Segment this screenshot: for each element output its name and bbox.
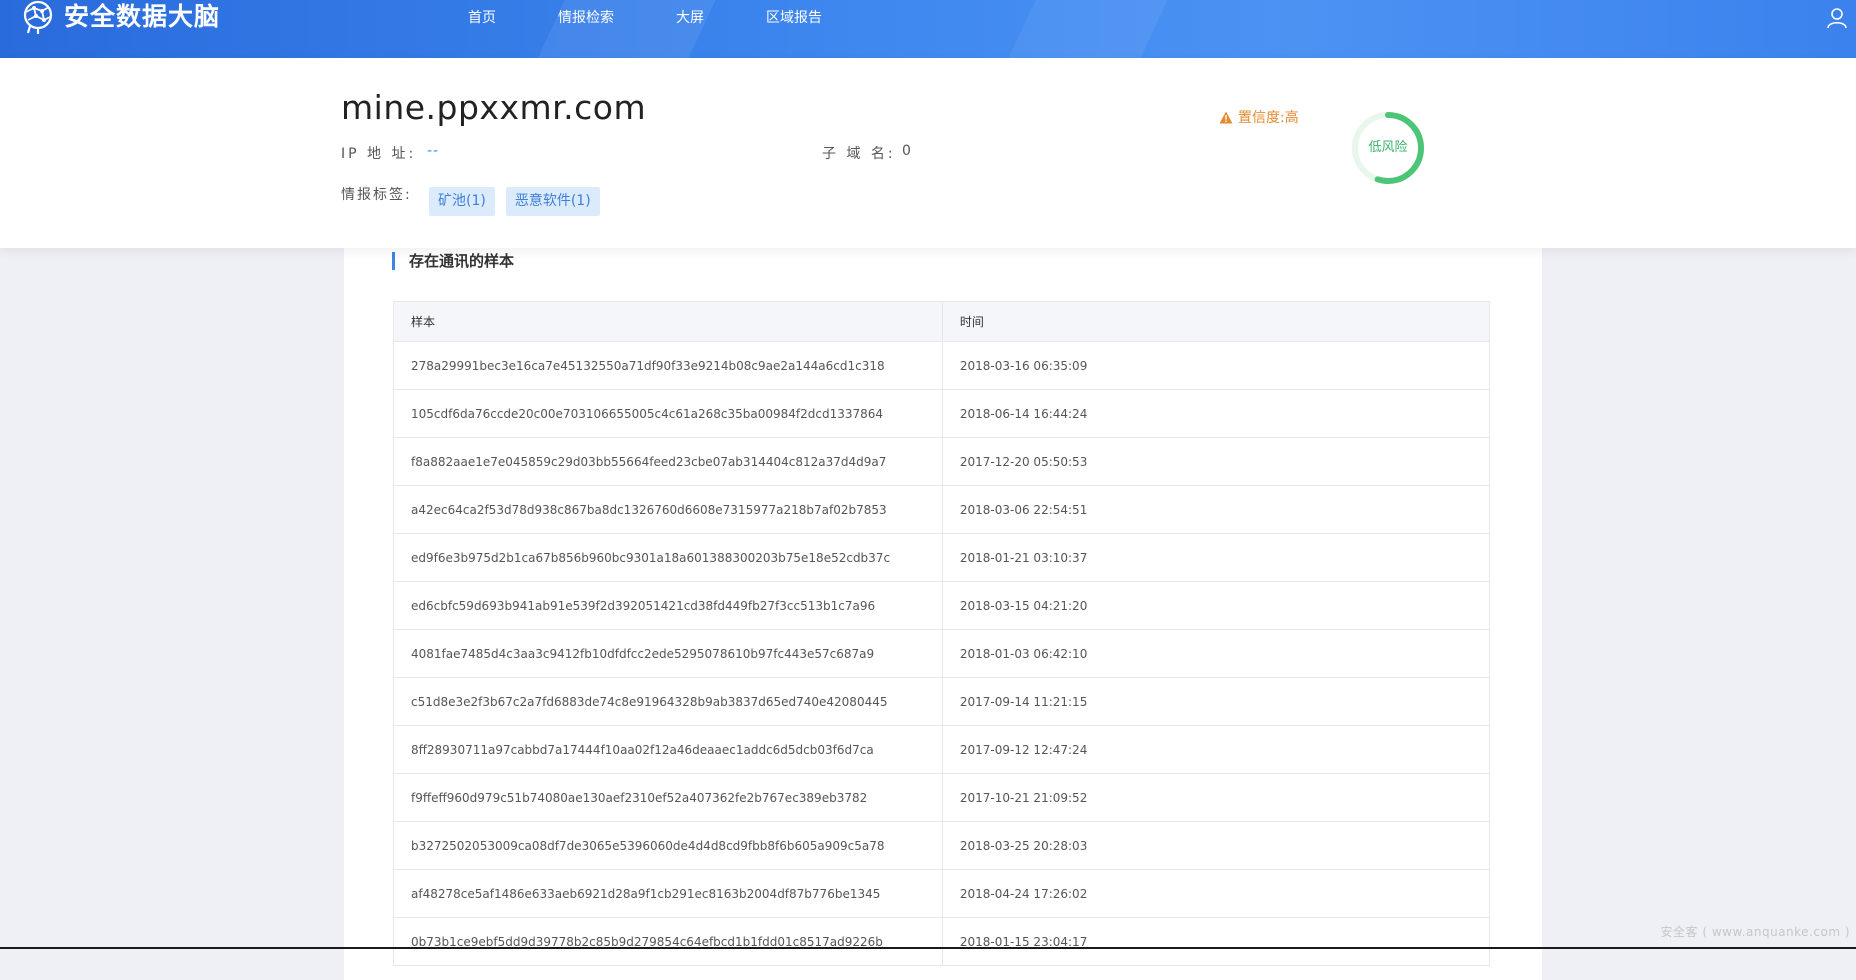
- table-row[interactable]: 8ff28930711a97cabbd7a17444f10aa02f12a46d…: [393, 725, 1491, 774]
- sample-time: 2017-10-21 21:09:52: [941, 773, 1491, 822]
- samples-table: 样本 时间 278a29991bec3e16ca7e45132550a71df9…: [393, 301, 1491, 966]
- table-row[interactable]: b3272502053009ca08df7de3065e5396060de4d4…: [393, 821, 1491, 870]
- table-row[interactable]: 4081fae7485d4c3aa3c9412fb10dfdfcc2ede529…: [393, 629, 1491, 678]
- column-header-sample: 样本: [393, 301, 943, 342]
- subdomain-count: 0: [902, 143, 911, 159]
- sample-hash[interactable]: 8ff28930711a97cabbd7a17444f10aa02f12a46d…: [393, 725, 943, 774]
- table-row[interactable]: a42ec64ca2f53d78d938c867ba8dc1326760d660…: [393, 485, 1491, 534]
- intel-tags: 矿池(1) 恶意软件(1): [429, 187, 611, 216]
- sample-time: 2018-03-16 06:35:09: [941, 341, 1491, 390]
- table-row[interactable]: f9ffeff960d979c51b74080ae130aef2310ef52a…: [393, 773, 1491, 822]
- table-row[interactable]: ed9f6e3b975d2b1ca67b856b960bc9301a18a601…: [393, 533, 1491, 582]
- user-icon[interactable]: [1826, 7, 1848, 29]
- sample-time: 2018-01-21 03:10:37: [941, 533, 1491, 582]
- sample-hash[interactable]: 4081fae7485d4c3aa3c9412fb10dfdfcc2ede529…: [393, 629, 943, 678]
- table-row[interactable]: ed6cbfc59d693b941ab91e539f2d392051421cd3…: [393, 581, 1491, 630]
- watermark: 安全客 ( www.anquanke.com ): [1660, 925, 1850, 939]
- main-nav: 首页 情报检索 大屏 区域报告: [468, 0, 884, 36]
- sample-time: 2018-06-14 16:44:24: [941, 389, 1491, 438]
- intel-tags-label: 情报标签:: [341, 187, 412, 203]
- sample-time: 2018-03-25 20:28:03: [941, 821, 1491, 870]
- ip-address-value[interactable]: --: [427, 143, 439, 159]
- sample-hash[interactable]: 0b73b1ce9ebf5dd9d39778b2c85b9d279854c64e…: [393, 917, 943, 966]
- table-row[interactable]: 278a29991bec3e16ca7e45132550a71df90f33e9…: [393, 341, 1491, 390]
- sample-hash[interactable]: 278a29991bec3e16ca7e45132550a71df90f33e9…: [393, 341, 943, 390]
- domain-title: mine.ppxxmr.com: [341, 88, 647, 127]
- tag-mining-pool[interactable]: 矿池(1): [429, 187, 495, 216]
- sample-time: 2017-12-20 05:50:53: [941, 437, 1491, 486]
- sample-hash[interactable]: ed9f6e3b975d2b1ca67b856b960bc9301a18a601…: [393, 533, 943, 582]
- top-navigation-bar: 安全数据大脑 首页 情报检索 大屏 区域报告: [0, 0, 1856, 58]
- table-header-row: 样本 时间: [393, 301, 1491, 342]
- sample-time: 2017-09-14 11:21:15: [941, 677, 1491, 726]
- nav-item-intel-search[interactable]: 情报检索: [558, 0, 614, 36]
- confidence-indicator: 置信度:高: [1219, 107, 1299, 127]
- samples-panel: 存在通讯的样本 样本 时间 278a29991bec3e16ca7e451325…: [344, 240, 1542, 980]
- brain-logo-icon: [23, 0, 53, 34]
- risk-level-label: 低风险: [1368, 140, 1408, 155]
- sample-time: 2018-03-15 04:21:20: [941, 581, 1491, 630]
- table-row[interactable]: 105cdf6da76ccde20c00e703106655005c4c61a2…: [393, 389, 1491, 438]
- confidence-text: 置信度:高: [1238, 110, 1299, 126]
- sample-time: 2018-03-06 22:54:51: [941, 485, 1491, 534]
- nav-item-big-screen[interactable]: 大屏: [676, 0, 704, 36]
- domain-summary-card: mine.ppxxmr.com IP 地 址: -- 子 域 名: 0 情报标签…: [0, 58, 1856, 248]
- sample-hash[interactable]: b3272502053009ca08df7de3065e5396060de4d4…: [393, 821, 943, 870]
- sample-hash[interactable]: c51d8e3e2f3b67c2a7fd6883de74c8e91964328b…: [393, 677, 943, 726]
- table-row[interactable]: f8a882aae1e7e045859c29d03bb55664feed23cb…: [393, 437, 1491, 486]
- sample-time: 2018-04-24 17:26:02: [941, 869, 1491, 918]
- nav-item-home[interactable]: 首页: [468, 0, 496, 36]
- logo-text: 安全数据大脑: [64, 2, 221, 31]
- nav-item-region-report[interactable]: 区域报告: [766, 0, 822, 36]
- tag-malware[interactable]: 恶意软件(1): [505, 187, 600, 216]
- sample-time: 2017-09-12 12:47:24: [941, 725, 1491, 774]
- sample-hash[interactable]: a42ec64ca2f53d78d938c867ba8dc1326760d660…: [393, 485, 943, 534]
- logo[interactable]: 安全数据大脑: [16, 0, 220, 34]
- ip-address-label: IP 地 址:: [341, 146, 417, 162]
- subdomain-label: 子 域 名:: [822, 146, 896, 162]
- sample-hash[interactable]: 105cdf6da76ccde20c00e703106655005c4c61a2…: [393, 389, 943, 438]
- section-title: 存在通讯的样本: [392, 252, 514, 270]
- sample-hash[interactable]: ed6cbfc59d693b941ab91e539f2d392051421cd3…: [393, 581, 943, 630]
- table-row[interactable]: 0b73b1ce9ebf5dd9d39778b2c85b9d279854c64e…: [393, 917, 1491, 966]
- sample-time: 2018-01-03 06:42:10: [941, 629, 1491, 678]
- table-row[interactable]: af48278ce5af1486e633aeb6921d28a9f1cb291e…: [393, 869, 1491, 918]
- warning-icon: [1219, 111, 1233, 123]
- sample-hash[interactable]: f9ffeff960d979c51b74080ae130aef2310ef52a…: [393, 773, 943, 822]
- column-header-time: 时间: [941, 301, 1491, 342]
- table-row[interactable]: c51d8e3e2f3b67c2a7fd6883de74c8e91964328b…: [393, 677, 1491, 726]
- sample-hash[interactable]: af48278ce5af1486e633aeb6921d28a9f1cb291e…: [393, 869, 943, 918]
- sample-time: 2018-01-15 23:04:17: [941, 917, 1491, 966]
- sample-hash[interactable]: f8a882aae1e7e045859c29d03bb55664feed23cb…: [393, 437, 943, 486]
